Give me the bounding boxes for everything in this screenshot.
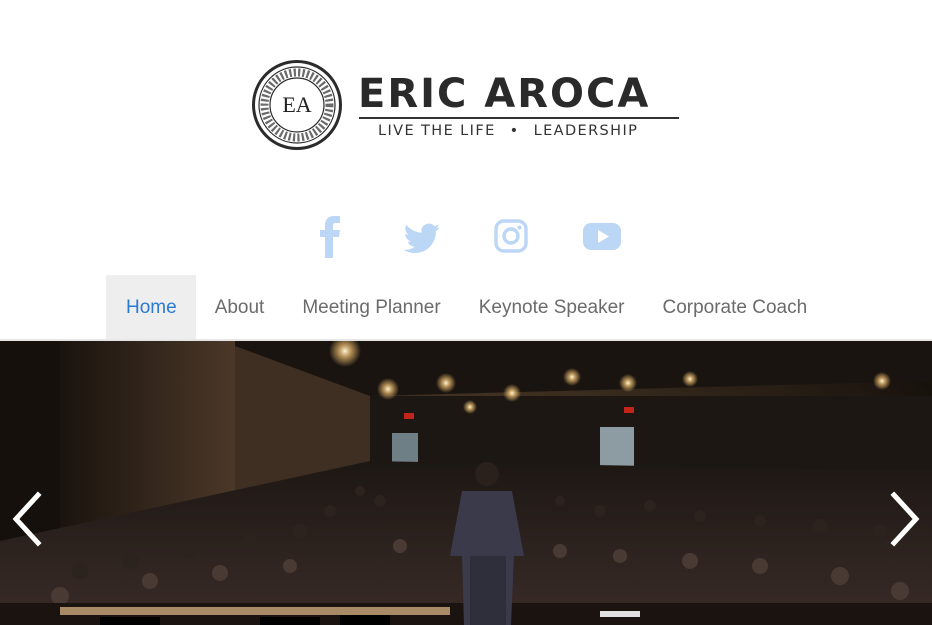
greek-key-seal-icon: EA bbox=[252, 60, 342, 150]
brand-name: ERIC AROCA bbox=[358, 71, 651, 117]
hero-slider[interactable] bbox=[0, 341, 932, 625]
chevron-left-icon[interactable] bbox=[6, 489, 46, 549]
tagline-right: LEADERSHIP bbox=[533, 123, 639, 139]
nav-item-home[interactable]: Home bbox=[106, 275, 196, 339]
hero-slide-image bbox=[0, 341, 932, 625]
youtube-icon[interactable] bbox=[582, 215, 622, 259]
instagram-icon[interactable] bbox=[494, 215, 528, 259]
nav-item-keynote-speaker[interactable]: Keynote Speaker bbox=[460, 275, 644, 339]
site-logo[interactable]: EA ERIC AROCA LIVE THE LIFE • LEADERSHIP bbox=[252, 60, 682, 152]
chevron-right-icon[interactable] bbox=[886, 489, 926, 549]
facebook-icon[interactable] bbox=[318, 215, 344, 259]
twitter-icon[interactable] bbox=[402, 215, 442, 259]
brand-tagline: LIVE THE LIFE • LEADERSHIP bbox=[378, 123, 638, 139]
tagline-separator: • bbox=[509, 123, 520, 139]
social-links bbox=[0, 215, 932, 259]
tagline-left: LIVE THE LIFE bbox=[378, 123, 496, 139]
nav-item-meeting-planner[interactable]: Meeting Planner bbox=[283, 275, 459, 339]
main-navigation: Home About Meeting Planner Keynote Speak… bbox=[106, 275, 826, 339]
logo-divider bbox=[359, 117, 679, 119]
monogram-text: EA bbox=[282, 92, 311, 117]
nav-item-corporate-coach[interactable]: Corporate Coach bbox=[643, 275, 826, 339]
nav-item-about[interactable]: About bbox=[196, 275, 284, 339]
